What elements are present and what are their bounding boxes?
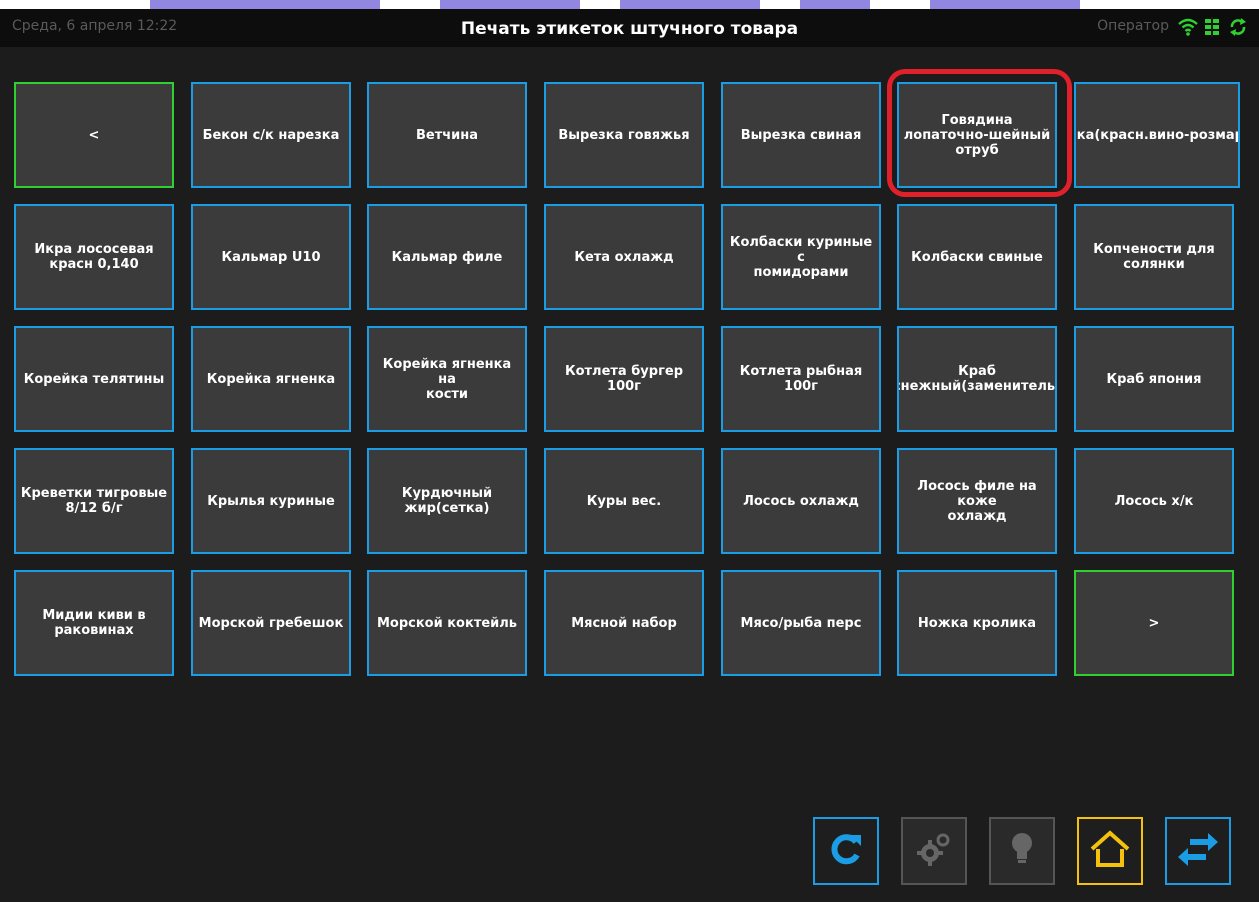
product-tile[interactable]: Голяшка ка(красн.вино-розмар.)5 450г) (1074, 82, 1240, 188)
product-tile[interactable]: Морской коктейль (367, 570, 527, 676)
product-tile[interactable]: Ножка кролика (897, 570, 1057, 676)
product-tile[interactable]: Корейка телятины (14, 326, 174, 432)
settings-button[interactable] (901, 817, 967, 885)
home-icon (1088, 829, 1132, 873)
product-tile[interactable]: Вырезка говяжья (544, 82, 704, 188)
exchange-button[interactable] (1165, 817, 1231, 885)
product-tile[interactable]: Котлета рыбная 100г (721, 326, 881, 432)
product-tile[interactable]: Лосось филе на коже охлажд (897, 448, 1057, 554)
product-tile[interactable]: Копчености для солянки (1074, 204, 1234, 310)
app-screen: Среда, 6 апреля 12:22 Печать этикеток шт… (0, 9, 1259, 902)
product-tile[interactable]: Кета охлажд (544, 204, 704, 310)
product-tile[interactable]: Ветчина (367, 82, 527, 188)
product-tile[interactable]: Морской гребешок (191, 570, 351, 676)
product-tile[interactable]: Вырезка свиная (721, 82, 881, 188)
product-tile[interactable]: Корейка ягненка (191, 326, 351, 432)
product-tile[interactable]: Корейка ягненка на кости (367, 326, 527, 432)
product-tile[interactable]: Краб снежный(заменитель) (897, 326, 1057, 432)
product-tile[interactable]: Колбаски свиные (897, 204, 1057, 310)
product-tile[interactable]: Крылья куриные (191, 448, 351, 554)
product-tile[interactable]: Креветки тигровые 8/12 б/г (14, 448, 174, 554)
lightbulb-icon (1007, 829, 1037, 873)
product-tile[interactable]: Мидии киви в раковинах (14, 570, 174, 676)
light-button[interactable] (989, 817, 1055, 885)
product-tile[interactable]: Котлета бургер 100г (544, 326, 704, 432)
next-page-button[interactable]: > (1074, 570, 1234, 676)
product-tile[interactable]: Куры вес. (544, 448, 704, 554)
product-tile[interactable]: Краб япония (1074, 326, 1234, 432)
product-grid: < Бекон с/к нарезка Ветчина Вырезка говя… (0, 9, 1259, 902)
product-tile[interactable]: Мясо/рыба перс (721, 570, 881, 676)
watermark-strip (0, 0, 1259, 9)
settings-icon (913, 828, 955, 874)
product-tile[interactable]: Говядина лопаточно-шейный отруб (897, 82, 1057, 188)
product-tile[interactable]: Мясной набор (544, 570, 704, 676)
home-button[interactable] (1077, 817, 1143, 885)
product-tile[interactable]: Кальмар филе (367, 204, 527, 310)
product-tile[interactable]: Колбаски куриные с помидорами (721, 204, 881, 310)
exchange-icon (1176, 829, 1220, 873)
product-tile[interactable]: Лосось х/к (1074, 448, 1234, 554)
refresh-button[interactable] (813, 817, 879, 885)
product-tile[interactable]: Бекон с/к нарезка (191, 82, 351, 188)
refresh-icon (826, 829, 866, 873)
product-tile[interactable]: Кальмар U10 (191, 204, 351, 310)
product-tile[interactable]: Курдючный жир(сетка) (367, 448, 527, 554)
product-tile[interactable]: Лосось охлажд (721, 448, 881, 554)
product-tile[interactable]: Икра лососевая красн 0,140 (14, 204, 174, 310)
prev-page-button[interactable]: < (14, 82, 174, 188)
